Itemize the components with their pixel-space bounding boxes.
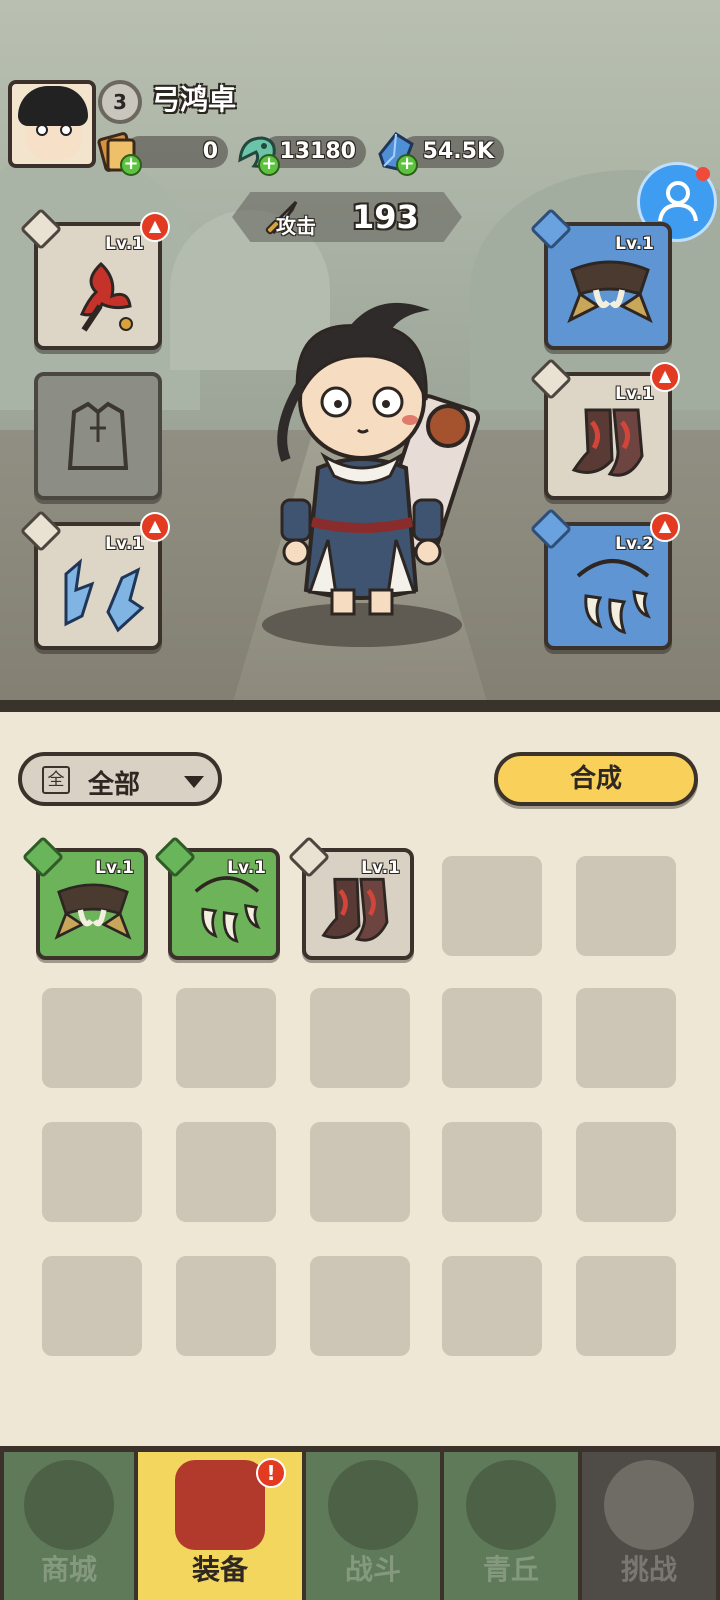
equip-slot-shoulder[interactable]: Lv.1 [544,222,672,350]
empty-inventory-slot[interactable] [310,988,410,1088]
user-icon [658,181,698,222]
upgrade-arrow-icon: ▲ [650,512,680,542]
empty-inventory-slot[interactable] [576,1256,676,1356]
equip-slot-armor[interactable] [34,372,162,500]
empty-inventory-slot[interactable] [176,988,276,1088]
tab-equipment[interactable]: ! 装备 [138,1452,302,1600]
chevron-down-icon [184,776,204,788]
player-name: 弓鸿卓 [152,83,237,116]
tab-label: 青丘 [482,1553,539,1586]
red-boots-icon [321,877,389,942]
tab-label: 战斗 [344,1553,401,1586]
tab-challenge[interactable]: 挑战 [582,1452,716,1600]
red-boots-icon [571,408,644,477]
shop-pagoda-icon [24,1460,114,1550]
empty-inventory-slot[interactable] [42,988,142,1088]
upgrade-arrow-icon: ▲ [650,362,680,392]
equip-slot-weapon[interactable]: Lv.1 [34,222,162,350]
mountain-icon [466,1460,556,1550]
fang-necklace-icon [194,876,261,943]
avatar-hair [18,86,88,126]
upgrade-arrow-icon: ▲ [140,212,170,242]
empty-inventory-slot[interactable] [576,856,676,956]
notification-dot [696,167,710,181]
player-avatar[interactable] [8,80,96,168]
empty-inventory-slot[interactable] [42,1256,142,1356]
tab-shop[interactable]: 商城 [4,1452,134,1600]
robe-outline-icon [67,401,129,470]
add-crystal-button[interactable]: + [396,154,418,176]
filter-label: 全部 [88,770,141,800]
tab-label: 挑战 [620,1553,677,1586]
empty-inventory-slot[interactable] [310,1256,410,1356]
player-level-badge: 3 [98,80,142,124]
equip-slot-accessory[interactable]: Lv.1 [34,522,162,650]
tab-label: 商城 [40,1553,97,1586]
fang-necklace-icon [576,559,651,635]
tab-qingqiu[interactable]: 青丘 [444,1452,578,1600]
attack-label: 攻击 [276,214,316,238]
bottom-nav-bar: 商城 ! 装备 战斗 青丘 挑战 [0,1446,720,1600]
player-character[interactable] [240,290,480,650]
red-flower-fan-icon [79,261,133,332]
avatar-eye [60,124,72,136]
empty-inventory-slot[interactable] [442,988,542,1088]
empty-inventory-slot[interactable] [42,1122,142,1222]
add-jade-button[interactable]: + [258,154,280,176]
empty-inventory-slot[interactable] [442,1122,542,1222]
synthesize-button[interactable]: 合成 [494,752,698,806]
ice-claw-icon [64,558,145,633]
category-filter-dropdown[interactable]: 全 全部 [18,752,222,806]
attack-value: 193 [352,198,419,236]
empty-inventory-slot[interactable] [576,1122,676,1222]
tab-label: 装备 [191,1553,248,1586]
challenge-orb-icon [604,1460,694,1550]
all-category-icon: 全 [42,766,70,794]
empty-inventory-slot[interactable] [576,988,676,1088]
tab-battle[interactable]: 战斗 [306,1452,440,1600]
empty-inventory-slot[interactable] [442,1256,542,1356]
fang-shoulder-icon [54,883,132,940]
add-scroll-button[interactable]: + [120,154,142,176]
equip-level: Lv.2 [615,534,654,554]
empty-inventory-slot[interactable] [442,856,542,956]
equip-level: Lv.1 [105,534,144,554]
equip-level: Lv.1 [105,234,144,254]
alert-badge: ! [256,1458,286,1488]
crossed-swords-icon [328,1460,418,1550]
empty-inventory-slot[interactable] [176,1122,276,1222]
upgrade-arrow-icon: ▲ [140,512,170,542]
empty-inventory-slot[interactable] [310,1122,410,1222]
empty-inventory-slot[interactable] [176,1256,276,1356]
equip-slot-boots[interactable]: Lv.1 [544,372,672,500]
scene-divider [0,700,720,712]
equip-slot-necklace[interactable]: Lv.2 [544,522,672,650]
fang-shoulder-icon [567,260,653,324]
avatar-eye [36,124,48,136]
equipment-helmet-icon [175,1460,265,1550]
